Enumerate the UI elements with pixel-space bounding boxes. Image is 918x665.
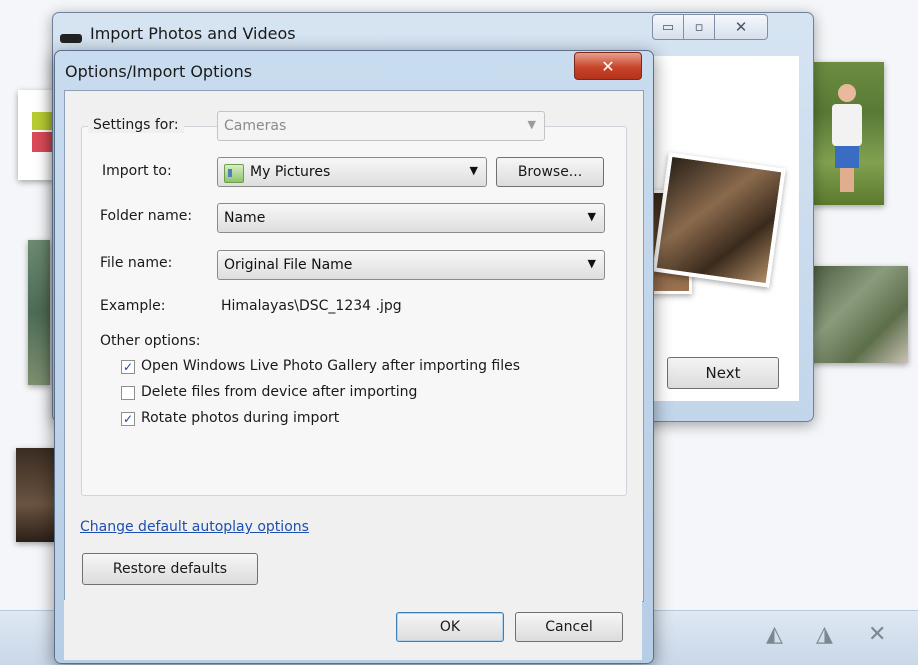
cancel-button[interactable]: Cancel <box>515 612 623 642</box>
import-to-dropdown[interactable]: My Pictures ▼ <box>217 157 487 187</box>
photo-thumbnail-tilted <box>652 152 786 288</box>
folder-icon <box>224 164 244 183</box>
change-autoplay-link[interactable]: Change default autoplay options <box>80 519 309 535</box>
checkbox-delete-files[interactable] <box>121 386 135 400</box>
restore-defaults-button[interactable]: Restore defaults <box>82 553 258 585</box>
dialog-title: Options/Import Options <box>65 62 253 81</box>
settings-for-value: Cameras <box>224 118 287 134</box>
rotate-left-icon[interactable]: ◭ <box>766 622 783 647</box>
folder-name-dropdown[interactable]: Name ▼ <box>217 203 605 233</box>
example-label: Example: <box>100 298 166 314</box>
next-button[interactable]: Next <box>667 357 779 389</box>
checkbox-open-gallery[interactable]: ✓ <box>121 360 135 374</box>
file-name-dropdown[interactable]: Original File Name ▼ <box>217 250 605 280</box>
folder-name-value: Name <box>224 210 266 226</box>
settings-for-dropdown[interactable]: Cameras ▼ <box>217 111 545 141</box>
chevron-down-icon: ▼ <box>527 118 536 131</box>
camera-icon <box>60 34 82 43</box>
folder-name-label: Folder name: <box>100 208 193 224</box>
chevron-down-icon: ▼ <box>587 210 596 223</box>
import-to-label: Import to: <box>102 163 172 179</box>
dialog-close-button[interactable]: ✕ <box>574 52 642 80</box>
photo-thumbnail-child <box>812 62 884 205</box>
ok-button[interactable]: OK <box>396 612 504 642</box>
photo-thumbnail-left-low <box>16 448 56 542</box>
photo-thumbnail-swatches <box>18 90 54 180</box>
checkbox-rotate-photos[interactable]: ✓ <box>121 412 135 426</box>
option-rotate-photos-label: Rotate photos during import <box>141 410 340 426</box>
chevron-down-icon: ▼ <box>587 257 596 270</box>
option-delete-files-label: Delete files from device after importing <box>141 384 418 400</box>
browse-button[interactable]: Browse... <box>496 157 604 187</box>
photo-thumbnail-right <box>808 266 908 363</box>
photo-thumbnail-left <box>28 240 50 385</box>
file-name-label: File name: <box>100 255 173 271</box>
example-value: Himalayas\DSC_1234 .jpg <box>221 298 402 314</box>
import-to-value: My Pictures <box>250 164 331 180</box>
maximize-button[interactable]: ▫ <box>684 14 715 40</box>
minimize-button[interactable]: ▭ <box>652 14 684 40</box>
rotate-right-icon[interactable]: ◮ <box>816 622 833 647</box>
settings-for-label: Settings for: <box>88 117 184 133</box>
file-name-value: Original File Name <box>224 257 353 273</box>
import-window-title: Import Photos and Videos <box>90 24 296 43</box>
chevron-down-icon: ▼ <box>469 164 478 177</box>
other-options-label: Other options: <box>100 333 201 349</box>
caption-buttons: ▭ ▫ ✕ <box>652 14 802 40</box>
window-close-button[interactable]: ✕ <box>715 14 768 40</box>
taskbar-close-icon[interactable]: ✕ <box>868 622 886 647</box>
option-open-gallery-label: Open Windows Live Photo Gallery after im… <box>141 358 521 374</box>
